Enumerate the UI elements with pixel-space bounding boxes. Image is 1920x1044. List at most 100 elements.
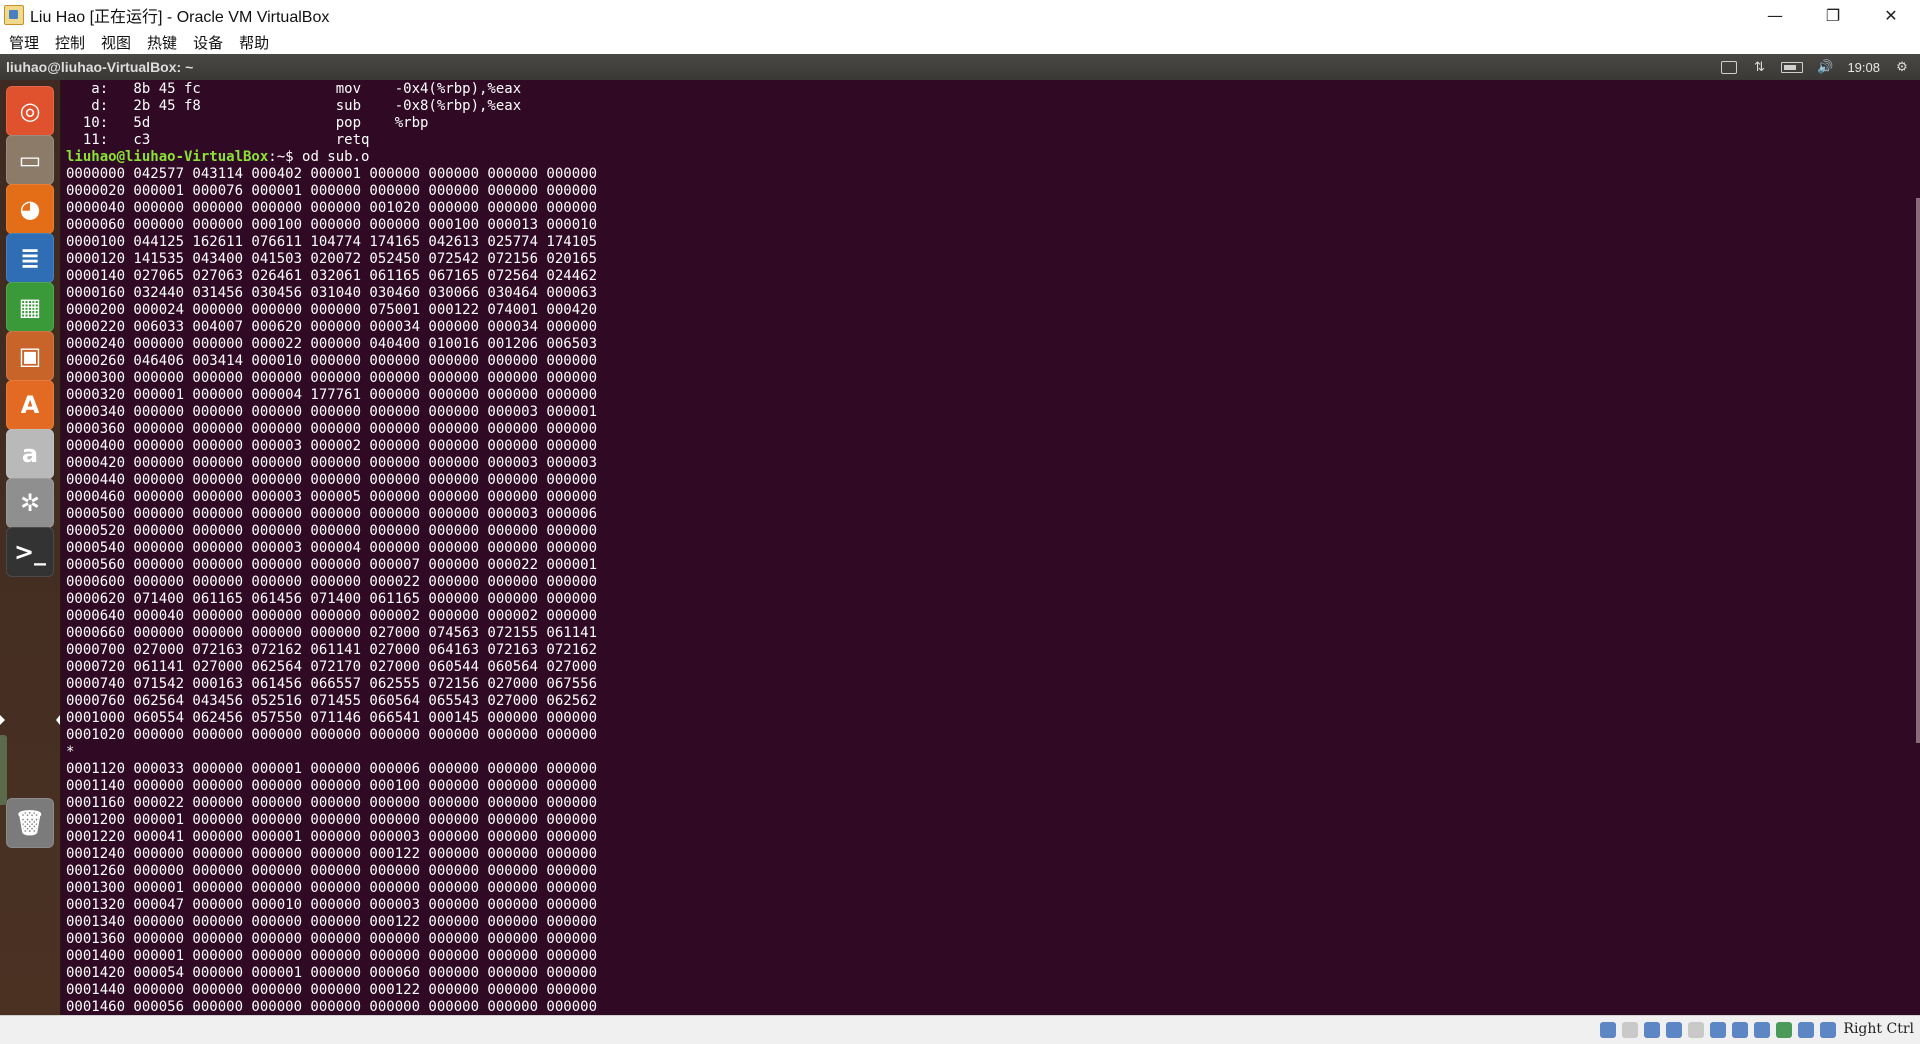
- unity-launcher: ◎ ▭ ◕ ≣ ▦ ▣ Aa ✲ >_ 🗑: [0, 80, 61, 1015]
- ubuntu-dash-icon-glyph: ◎: [19, 97, 41, 125]
- libreoffice-writer-icon[interactable]: ≣: [6, 233, 54, 283]
- video-capture-status-icon[interactable]: [1754, 1022, 1770, 1038]
- terminal-line: 0000120 141535 043400 041503 020072 0524…: [66, 251, 598, 267]
- terminal-line: 0000520 000000 000000 000000 000000 0000…: [66, 523, 598, 539]
- keyboard-capture-status-icon[interactable]: [1820, 1022, 1836, 1038]
- network-icon[interactable]: ⇅: [1751, 60, 1767, 75]
- menu-help[interactable]: 帮助: [239, 32, 269, 53]
- command-text: od sub.o: [293, 149, 370, 165]
- terminal-line: 0001160 000022 000000 000000 000000 0000…: [66, 795, 598, 811]
- libreoffice-calc-icon-glyph: ▦: [18, 293, 42, 321]
- system-settings-icon[interactable]: ✲: [6, 478, 54, 528]
- terminal-line: 0000200 000024 000000 000000 000000 0750…: [66, 302, 598, 318]
- amazon-icon[interactable]: a: [6, 429, 54, 479]
- libreoffice-impress-icon[interactable]: ▣: [6, 331, 54, 381]
- terminal-line: 0001140 000000 000000 000000 000000 0001…: [66, 778, 598, 794]
- libreoffice-calc-icon[interactable]: ▦: [6, 282, 54, 332]
- keyboard-icon[interactable]: [1721, 60, 1738, 74]
- minimize-button[interactable]: —: [1746, 0, 1804, 30]
- terminal-line: 0001320 000047 000000 000010 000000 0000…: [66, 897, 598, 913]
- usb-status-icon[interactable]: [1688, 1022, 1704, 1038]
- shared-folders-status-icon[interactable]: [1710, 1022, 1726, 1038]
- prompt-path: :~$: [268, 149, 294, 165]
- terminal-scrollbar[interactable]: [1916, 198, 1920, 743]
- terminal-line: 0001020 000000 000000 000000 000000 0000…: [66, 727, 598, 743]
- ubuntu-top-panel: liuhao@liuhao-VirtualBox: ~ ⇅ 🔊 19:08 ⚙: [0, 54, 1920, 80]
- menu-view[interactable]: 视图: [101, 32, 131, 53]
- terminal-line: 0000740 071542 000163 061456 066557 0625…: [66, 676, 598, 692]
- terminal-line: 0001260 000000 000000 000000 000000 0000…: [66, 863, 598, 879]
- volume-icon[interactable]: 🔊: [1817, 60, 1833, 75]
- terminal-line: 0000660 000000 000000 000000 000000 0270…: [66, 625, 598, 641]
- host-key-label: Right Ctrl: [1843, 1021, 1914, 1037]
- ubuntu-dash-icon[interactable]: ◎: [6, 86, 54, 136]
- menu-hotkeys[interactable]: 热键: [147, 32, 177, 53]
- amazon-icon-glyph: a: [21, 440, 39, 468]
- terminal-line: 0000140 027065 027063 026461 032061 0611…: [66, 268, 598, 284]
- clock[interactable]: 19:08: [1847, 60, 1880, 75]
- terminal-window[interactable]: a: 8b 45 fc mov -0x4(%rbp),%eax d: 2b 45…: [61, 80, 1920, 1015]
- virtualization-status-icon[interactable]: [1776, 1022, 1792, 1038]
- hard-disk-status-icon[interactable]: [1600, 1022, 1616, 1038]
- close-button[interactable]: ✕: [1862, 0, 1920, 30]
- settings-gear-icon[interactable]: ⚙: [1894, 60, 1910, 75]
- terminal-line: 0000260 046406 003414 000010 000000 0000…: [66, 353, 598, 369]
- terminal-line: 0001400 000001 000000 000000 000000 0000…: [66, 948, 598, 964]
- battery-icon[interactable]: [1781, 60, 1804, 74]
- terminal-line: 0001200 000001 000000 000000 000000 0000…: [66, 812, 598, 828]
- system-settings-icon-glyph: ✲: [19, 489, 41, 517]
- firefox-icon[interactable]: ◕: [6, 184, 54, 234]
- terminal-line: *: [66, 744, 75, 760]
- terminal-line: 0001440 000000 000000 000000 000000 0001…: [66, 982, 598, 998]
- menu-manage[interactable]: 管理: [9, 32, 39, 53]
- terminal-line: 0000440 000000 000000 000000 000000 0000…: [66, 472, 598, 488]
- prompt-user-host: liuhao@liuhao-VirtualBox: [66, 149, 269, 165]
- display-status-icon[interactable]: [1732, 1022, 1748, 1038]
- terminal-icon[interactable]: >_: [6, 527, 54, 577]
- launcher-active-indicator: [0, 715, 5, 725]
- terminal-line: 0000100 044125 162611 076611 104774 1741…: [66, 234, 598, 250]
- terminal-line: liuhao@liuhao-VirtualBox:~$ od sub.o: [66, 149, 597, 166]
- maximize-button[interactable]: ❐: [1804, 0, 1862, 30]
- terminal-line: 0000500 000000 000000 000000 000000 0000…: [66, 506, 598, 522]
- terminal-line: 0000540 000000 000000 000003 000004 0000…: [66, 540, 598, 556]
- optical-drive-status-icon[interactable]: [1622, 1022, 1638, 1038]
- terminal-line: 0000220 006033 004007 000620 000000 0000…: [66, 319, 598, 335]
- trash-icon-glyph: 🗑: [14, 809, 46, 837]
- terminal-line: 0001220 000041 000000 000001 000000 0000…: [66, 829, 598, 845]
- terminal-line: 0001340 000000 000000 000000 000000 0001…: [66, 914, 598, 930]
- terminal-line: 0000360 000000 000000 000000 000000 0000…: [66, 421, 598, 437]
- libreoffice-writer-icon-glyph: ≣: [19, 244, 41, 272]
- libreoffice-impress-icon-glyph: ▣: [18, 342, 42, 370]
- terminal-line: 11: c3 retq: [66, 132, 370, 148]
- vbox-statusbar: Right Ctrl: [0, 1015, 1920, 1044]
- trash-icon[interactable]: 🗑: [6, 798, 54, 848]
- terminal-line: 0000320 000001 000000 000004 177761 0000…: [66, 387, 598, 403]
- terminal-line: 10: 5d pop %rbp: [66, 115, 429, 131]
- menu-control[interactable]: 控制: [55, 32, 85, 53]
- terminal-line: 0000560 000000 000000 000000 000000 0000…: [66, 557, 598, 573]
- files-icon[interactable]: ▭: [6, 135, 54, 185]
- software-center-icon-glyph: A: [20, 391, 40, 419]
- terminal-line: d: 2b 45 f8 sub -0x8(%rbp),%eax: [66, 98, 522, 114]
- terminal-line: 0001240 000000 000000 000000 000000 0001…: [66, 846, 598, 862]
- network-status-icon[interactable]: [1666, 1022, 1682, 1038]
- terminal-line: 0000060 000000 000000 000100 000000 0000…: [66, 217, 598, 233]
- terminal-line: 0000020 000001 000076 000001 000000 0000…: [66, 183, 598, 199]
- audio-status-icon[interactable]: [1644, 1022, 1660, 1038]
- vbox-menubar: 管理 控制 视图 热键 设备 帮助: [0, 30, 1920, 54]
- terminal-line: 0001000 060554 062456 057550 071146 0665…: [66, 710, 598, 726]
- terminal-line: 0000040 000000 000000 000000 000000 0010…: [66, 200, 598, 216]
- terminal-line: 0000000 042577 043114 000402 000001 0000…: [66, 166, 598, 182]
- terminal-line: 0000760 062564 043456 052516 071455 0605…: [66, 693, 598, 709]
- launcher-focus-indicator: [56, 715, 60, 725]
- software-center-icon[interactable]: A: [6, 380, 54, 430]
- terminal-line: 0000600 000000 000000 000000 000000 0000…: [66, 574, 598, 590]
- window-titlebar: Liu Hao [正在运行] - Oracle VM VirtualBox — …: [0, 0, 1920, 30]
- window-title: Liu Hao [正在运行] - Oracle VM VirtualBox: [30, 9, 330, 26]
- terminal-line: 0000700 027000 072163 072162 061141 0270…: [66, 642, 598, 658]
- terminal-line: 0001460 000056 000000 000000 000000 0000…: [66, 999, 598, 1015]
- menu-devices[interactable]: 设备: [193, 32, 223, 53]
- mouse-integration-status-icon[interactable]: [1798, 1022, 1814, 1038]
- terminal-line: 0001300 000001 000000 000000 000000 0000…: [66, 880, 598, 896]
